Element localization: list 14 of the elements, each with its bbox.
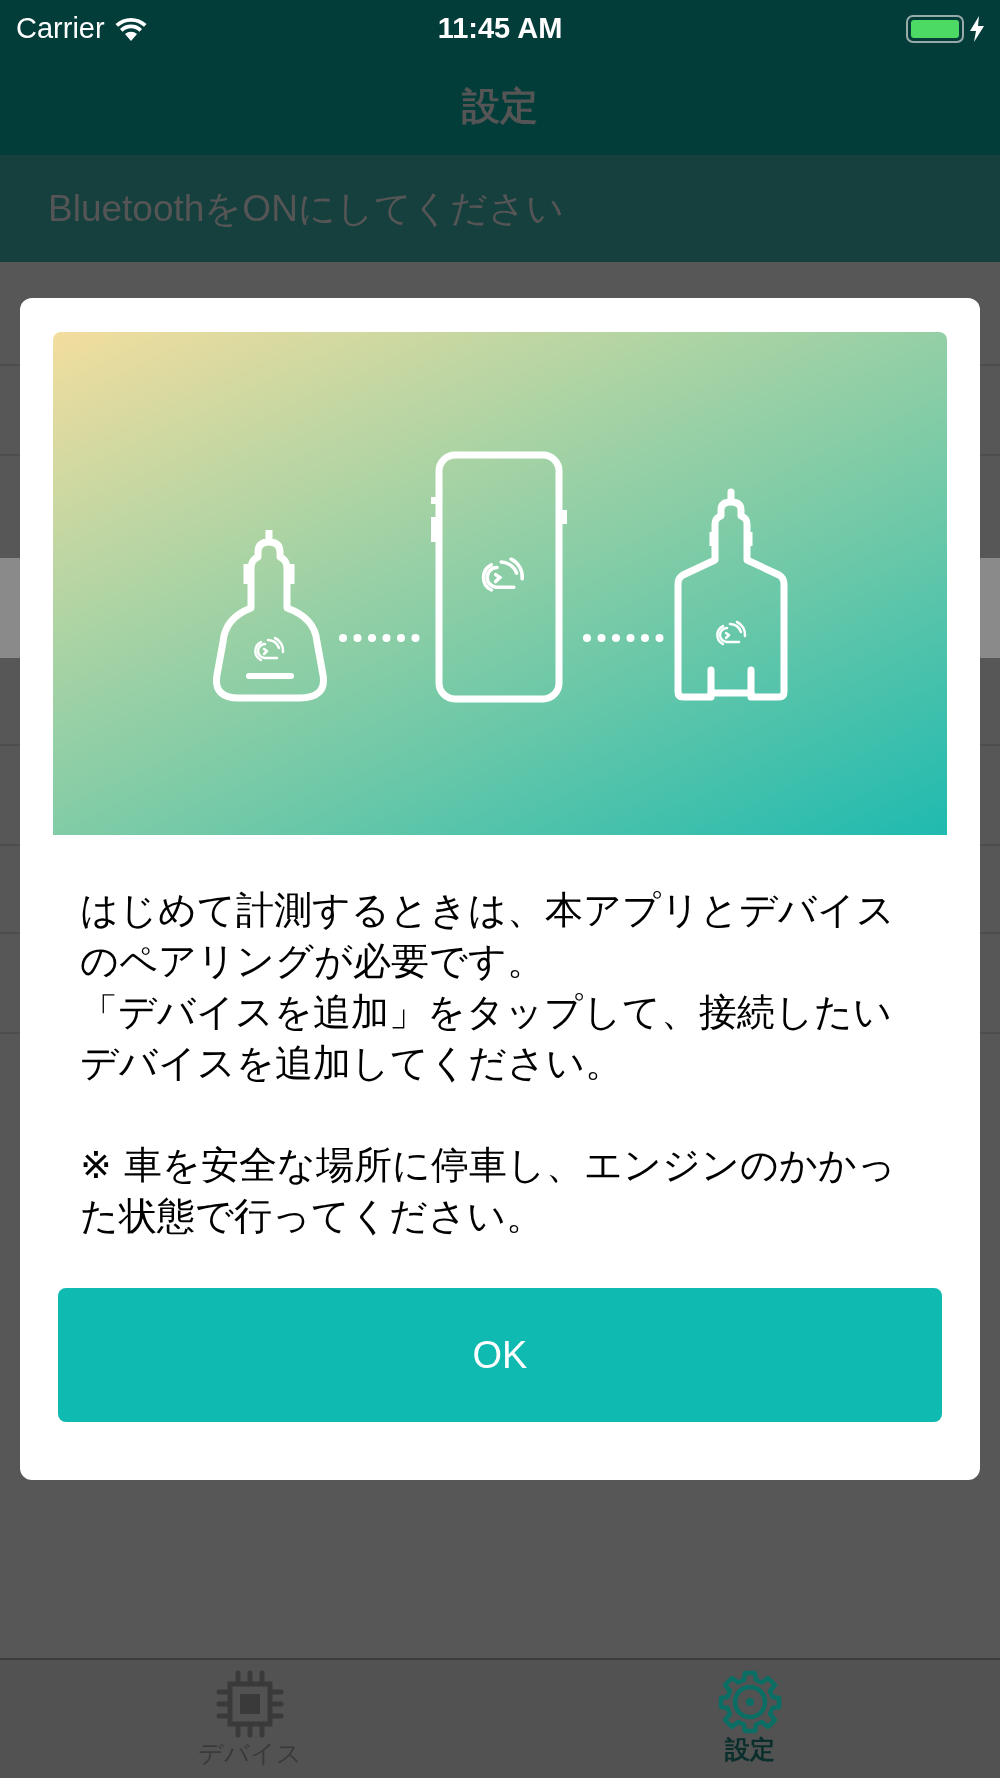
dialog-message: はじめて計測するときは、本アプリとデバイスのペアリングが必要です。 <box>80 887 896 985</box>
status-time: 11:45 AM <box>437 11 563 47</box>
settings-icon <box>718 1670 782 1734</box>
carrier-name: Carrier <box>16 11 105 47</box>
safety-note: ※ 車を安全な場所に停車し、エンジンのかかった状態で行ってください。 <box>80 1142 897 1240</box>
wifi-icon <box>114 17 147 41</box>
bluetooth-banner: BluetoothをONにしてください <box>0 155 1000 262</box>
charging-bolt-icon <box>970 16 984 42</box>
dialog-message: 「デバイスを追加」をタップして、接続したいデバイスを追加してください。 <box>80 989 893 1087</box>
nav-title: 設定 <box>462 83 538 130</box>
chip-icon <box>216 1670 284 1738</box>
tab-item[interactable]: 設定 <box>500 1660 1000 1778</box>
battery-icon <box>906 15 964 43</box>
ok-button[interactable]: OK <box>58 1288 942 1422</box>
